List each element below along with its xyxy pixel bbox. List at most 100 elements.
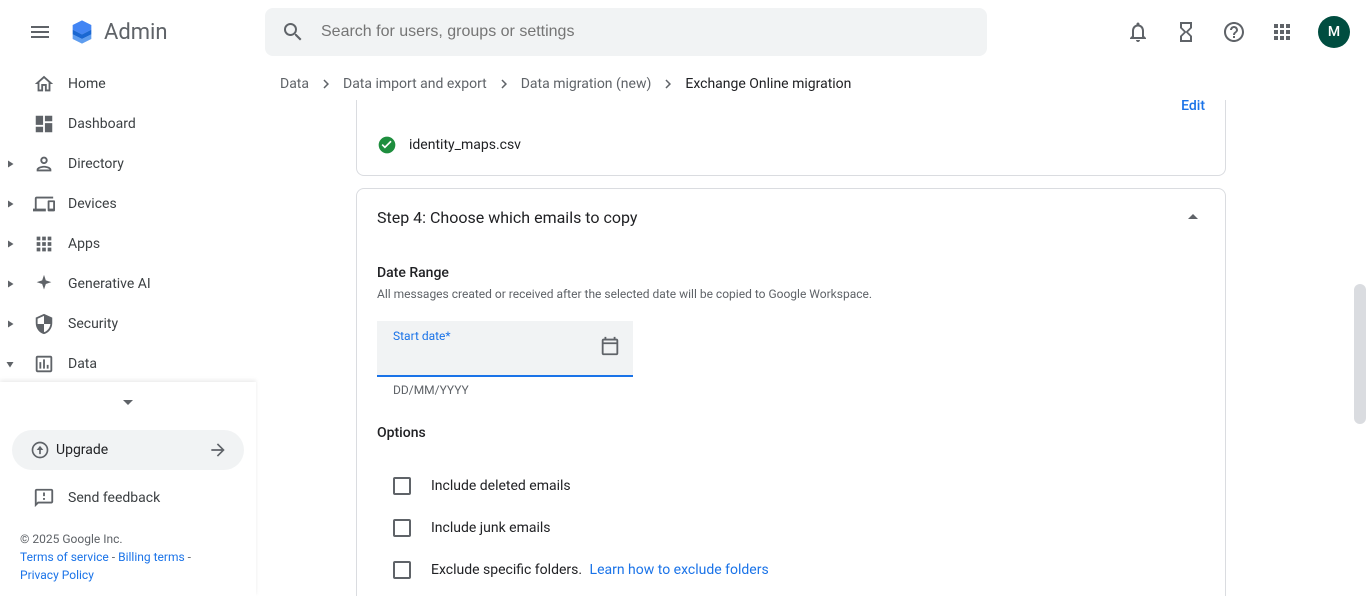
dashboard-icon <box>33 113 55 135</box>
admin-logo-icon <box>68 18 96 46</box>
header-actions: M <box>1118 12 1350 52</box>
nav-label: Dashboard <box>68 116 136 132</box>
search-input[interactable] <box>321 23 971 41</box>
include-deleted-label: Include deleted emails <box>431 478 571 494</box>
apps-icon <box>33 233 55 255</box>
sidebar-item-apps[interactable]: Apps <box>0 224 256 264</box>
date-range-label: Date Range <box>377 265 1205 281</box>
date-range-desc: All messages created or received after t… <box>377 287 1205 301</box>
arrow-right-icon <box>208 440 228 460</box>
check-circle-icon <box>377 135 397 155</box>
sidebar-item-devices[interactable]: Devices <box>0 184 256 224</box>
chevron-down-icon <box>4 358 16 370</box>
devices-icon <box>33 193 55 215</box>
terms-link[interactable]: Terms of service <box>20 550 109 564</box>
feedback-label: Send feedback <box>68 490 160 506</box>
billing-link[interactable]: Billing terms <box>118 550 185 564</box>
sidebar-item-data[interactable]: Data <box>0 344 256 382</box>
account-avatar[interactable]: M <box>1318 16 1350 48</box>
apps-launcher-button[interactable] <box>1262 12 1302 52</box>
sidebar: Home Dashboard Directory Devices Apps <box>0 64 256 596</box>
logo[interactable]: Admin <box>68 18 168 46</box>
uploaded-file-row: identity_maps.csv <box>377 135 1205 155</box>
content: Data Data import and export Data migrati… <box>256 64 1366 596</box>
step3-card: Step 3: Create a map from Exchange Onlin… <box>356 100 1226 176</box>
start-date-floating-label: Start date* <box>393 329 451 343</box>
exclude-folders-label: Exclude specific folders. Learn how to e… <box>431 562 769 578</box>
step4-card: Step 4: Choose which emails to copy Date… <box>356 188 1226 596</box>
chevron-right-icon <box>317 75 335 93</box>
calendar-picker-button[interactable] <box>599 335 621 361</box>
help-icon <box>1222 20 1246 44</box>
breadcrumb-import-export[interactable]: Data import and export <box>343 76 487 92</box>
chevron-right-icon <box>4 278 16 290</box>
step4-title: Step 4: Choose which emails to copy <box>377 208 637 227</box>
chevron-right-icon <box>4 198 16 210</box>
notifications-button[interactable] <box>1118 12 1158 52</box>
upgrade-icon <box>30 440 50 460</box>
privacy-link[interactable]: Privacy Policy <box>20 568 94 582</box>
collapse-icon[interactable] <box>1181 205 1205 229</box>
learn-exclude-link[interactable]: Learn how to exclude folders <box>590 562 769 578</box>
calendar-icon <box>599 335 621 357</box>
person-icon <box>33 153 55 175</box>
option-deleted-row: Include deleted emails <box>377 465 1205 507</box>
include-deleted-checkbox[interactable] <box>393 477 411 495</box>
breadcrumb-current: Exchange Online migration <box>685 76 851 92</box>
step3-edit-button[interactable]: Edit <box>1181 100 1205 114</box>
hourglass-icon <box>1174 20 1198 44</box>
main-menu-button[interactable] <box>16 8 64 56</box>
apps-grid-icon <box>1270 20 1294 44</box>
send-feedback-button[interactable]: Send feedback <box>0 478 256 518</box>
upgrade-button[interactable]: Upgrade <box>12 430 244 470</box>
logo-text: Admin <box>104 20 168 45</box>
breadcrumb-data[interactable]: Data <box>280 76 309 92</box>
option-exclude-row: Exclude specific folders. Learn how to e… <box>377 549 1205 591</box>
option-junk-row: Include junk emails <box>377 507 1205 549</box>
nav-label: Security <box>68 316 118 332</box>
shield-icon <box>33 313 55 335</box>
breadcrumb: Data Data import and export Data migrati… <box>256 68 1366 100</box>
file-name: identity_maps.csv <box>409 137 521 153</box>
home-icon <box>33 73 55 95</box>
feedback-icon <box>33 487 55 509</box>
nav-label: Generative AI <box>68 276 151 292</box>
sidebar-item-home[interactable]: Home <box>0 64 256 104</box>
options-label: Options <box>377 425 1205 441</box>
nav-label: Home <box>68 76 106 92</box>
tasks-button[interactable] <box>1166 12 1206 52</box>
help-button[interactable] <box>1214 12 1254 52</box>
include-junk-label: Include junk emails <box>431 520 551 536</box>
hamburger-icon <box>28 20 52 44</box>
search-icon <box>281 20 305 44</box>
sidebar-item-directory[interactable]: Directory <box>0 144 256 184</box>
bell-icon <box>1126 20 1150 44</box>
include-junk-checkbox[interactable] <box>393 519 411 537</box>
chevron-right-icon <box>4 318 16 330</box>
exclude-folders-checkbox[interactable] <box>393 561 411 579</box>
chevron-down-icon <box>116 390 140 414</box>
sparkle-icon <box>33 273 55 295</box>
sidebar-item-generative-ai[interactable]: Generative AI <box>0 264 256 304</box>
footer: © 2025 Google Inc. Terms of service - Bi… <box>0 518 256 596</box>
chevron-right-icon <box>4 238 16 250</box>
copyright-text: © 2025 Google Inc. <box>20 530 236 548</box>
breadcrumb-data-migration[interactable]: Data migration (new) <box>521 76 652 92</box>
upgrade-label: Upgrade <box>56 442 208 458</box>
nav-label: Data <box>68 356 97 372</box>
chevron-right-icon <box>495 75 513 93</box>
chevron-right-icon <box>4 158 16 170</box>
header: Admin M <box>0 0 1366 64</box>
start-date-input[interactable]: Start date* <box>377 321 633 377</box>
nav-label: Apps <box>68 236 100 252</box>
nav-label: Directory <box>68 156 124 172</box>
sidebar-expand-toggle[interactable] <box>0 382 256 422</box>
sidebar-item-security[interactable]: Security <box>0 304 256 344</box>
search-bar[interactable] <box>265 8 987 56</box>
chevron-right-icon <box>659 75 677 93</box>
date-format-hint: DD/MM/YYYY <box>393 383 1205 397</box>
sidebar-item-dashboard[interactable]: Dashboard <box>0 104 256 144</box>
nav-label: Devices <box>68 196 117 212</box>
page-scrollbar[interactable] <box>1354 284 1366 424</box>
data-icon <box>33 353 55 375</box>
